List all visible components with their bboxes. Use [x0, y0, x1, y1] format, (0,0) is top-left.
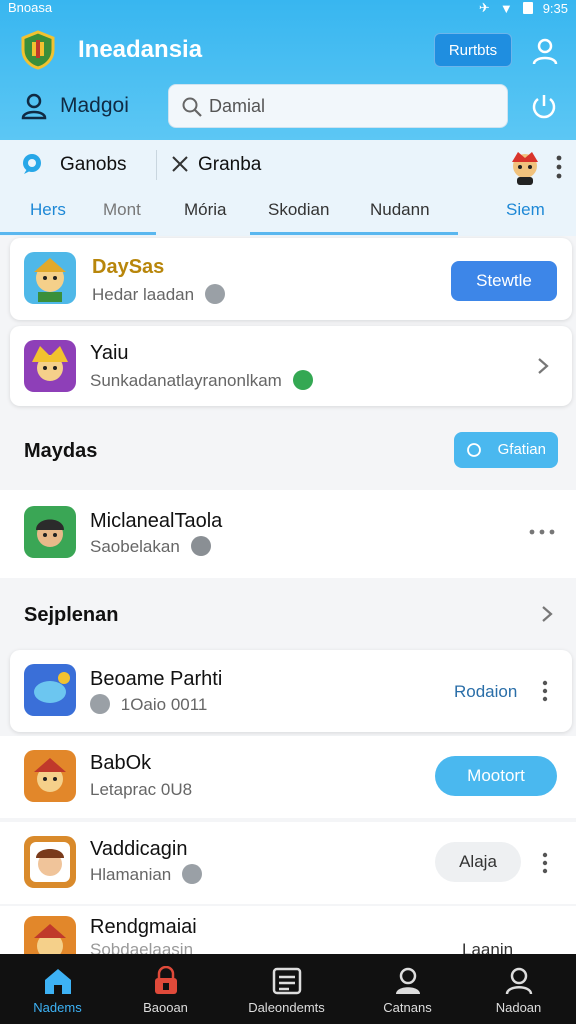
app-icon-1 — [24, 252, 76, 304]
section-action-button[interactable]: Gfatian — [454, 432, 558, 468]
avatar[interactable] — [508, 150, 542, 186]
nav-item-2[interactable]: Baooan — [108, 954, 223, 1024]
app-icon-5 — [24, 750, 76, 802]
featured-title-2: Yaiu — [90, 342, 129, 364]
signal-icon: ✈ — [478, 0, 490, 15]
lock-badge-icon — [182, 864, 202, 884]
featured-card-2[interactable] — [10, 326, 572, 406]
tab-5[interactable]: Nudann — [370, 200, 430, 220]
more-vertical-icon[interactable] — [541, 852, 549, 874]
list-secondary-button[interactable]: Alaja — [435, 842, 521, 882]
user-name: Madgoi — [60, 94, 129, 117]
battery-icon — [522, 2, 533, 14]
list-title-4: Rendgmaiai — [90, 916, 197, 938]
app-icon-7 — [24, 916, 76, 954]
list-subtitle-3-text: Hlamanian — [90, 865, 172, 884]
nav-label-2: Baooan — [143, 1000, 188, 1015]
list-title-1: Beoame Parhti — [90, 668, 223, 690]
list-primary-button[interactable]: Mootort — [435, 756, 557, 796]
tab-4[interactable]: Skodian — [268, 200, 329, 220]
status-badge-icon — [190, 536, 211, 556]
tab-indicator-center — [250, 232, 458, 235]
nav-label-3: Daleondemts — [248, 1000, 325, 1015]
list-title-2: BabOk — [90, 752, 152, 774]
featured-subtitle-1: Hedar laadan — [92, 284, 225, 305]
user-search-icon — [505, 967, 533, 995]
chat-bubble-icon — [23, 154, 41, 174]
shield-logo-icon — [21, 30, 55, 70]
lock-bag-icon — [155, 966, 177, 994]
filter-divider — [156, 150, 157, 180]
nav-label-4: Catnans — [383, 1000, 432, 1015]
profile-icon[interactable] — [530, 36, 560, 66]
list-item-partial: Rendgmaiai Sobdaelaasin Laanin — [0, 906, 576, 954]
list-item[interactable] — [0, 490, 576, 578]
nav-item-3[interactable]: Daleondemts — [229, 954, 344, 1024]
list-subtitle-1: 1Oaio 0011 — [90, 694, 207, 715]
app-icon-6 — [24, 836, 76, 888]
list-subtitle-3: Hlamanian — [90, 864, 202, 885]
list-action-link[interactable]: Rodaion — [454, 682, 517, 702]
nav-label-1: Nadems — [33, 1000, 82, 1015]
app-icon-2 — [24, 340, 76, 392]
search-input[interactable]: Damial — [168, 84, 508, 128]
filter-chip-1[interactable]: Ganobs — [60, 154, 127, 176]
status-bar: Bnoasa ✈ ▼ 9:35 — [0, 0, 576, 16]
list-grid-icon — [272, 967, 302, 995]
home-icon — [45, 969, 71, 994]
app-title: Ineadansia — [78, 36, 203, 63]
featured-title-1: DaySas — [92, 256, 165, 278]
row-title-1: MiclanealTaola — [90, 510, 223, 532]
tab-indicator-left — [0, 232, 156, 235]
row-subtitle-1: Saobelakan — [90, 536, 211, 557]
nav-item-4[interactable]: Catnans — [350, 954, 465, 1024]
list-title-3: Vaddicagin — [90, 838, 188, 860]
tab-1[interactable]: Hers — [30, 200, 66, 220]
section-title-1: Maydas — [24, 440, 98, 462]
lock-badge-icon — [204, 284, 225, 304]
user-icon — [21, 93, 47, 120]
list-subtitle-4: Sobdaelaasin — [90, 940, 194, 954]
list-subtitle-1-text: 1Oaio 0011 — [120, 695, 208, 714]
chevron-right-icon[interactable] — [540, 604, 554, 624]
verified-check-icon — [292, 370, 313, 390]
nav-label-5: Nadoan — [495, 1000, 542, 1015]
tab-6[interactable]: Siem — [506, 200, 545, 220]
clock-icon — [467, 443, 481, 457]
tab-2[interactable]: Mont — [103, 200, 141, 220]
more-vertical-icon[interactable] — [554, 154, 564, 180]
section-title-2: Sejplenan — [24, 604, 119, 626]
status-icons: ✈ ▼ 9:35 — [479, 0, 568, 16]
list-action-4[interactable]: Laanin — [462, 940, 513, 954]
search-value: Damial — [209, 96, 266, 116]
carrier-label: Bnoasa — [8, 0, 53, 15]
wifi-icon: ▼ — [499, 0, 513, 16]
nav-item-5[interactable]: Nadoan — [461, 954, 576, 1024]
featured-subtitle-2: Sunkadanatlayranonlkam — [90, 370, 313, 391]
tag-icon — [90, 694, 110, 714]
clock-label: 9:35 — [542, 0, 568, 16]
filter-chip-2[interactable]: Granba — [198, 154, 261, 176]
nav-item-home[interactable]: Nadems — [0, 954, 115, 1024]
featured-subtitle-1-text: Hedar laadan — [92, 285, 195, 304]
more-horizontal-icon[interactable] — [528, 528, 556, 536]
header-action-button[interactable]: Rurtbts — [434, 33, 512, 67]
row-subtitle-1-text: Saobelakan — [90, 537, 180, 556]
power-icon[interactable] — [530, 92, 558, 120]
featured-subtitle-2-text: Sunkadanatlayranonlkam — [90, 371, 282, 390]
section-action-label: Gfatian — [497, 441, 546, 458]
featured-action-button[interactable]: Stewtle — [451, 261, 557, 301]
app-icon-3 — [24, 506, 76, 558]
more-vertical-icon[interactable] — [541, 680, 549, 702]
tab-3[interactable]: Mória — [184, 200, 227, 220]
chevron-right-icon[interactable] — [536, 356, 550, 376]
app-icon-4 — [24, 664, 76, 716]
close-icon[interactable] — [170, 154, 190, 174]
search-icon — [182, 97, 202, 117]
person-icon — [396, 967, 420, 994]
app-header: Bnoasa ✈ ▼ 9:35 Ineadansia Rurtbts Madgo… — [0, 0, 576, 140]
list-subtitle-2: Letaprac 0U8 — [90, 780, 193, 799]
